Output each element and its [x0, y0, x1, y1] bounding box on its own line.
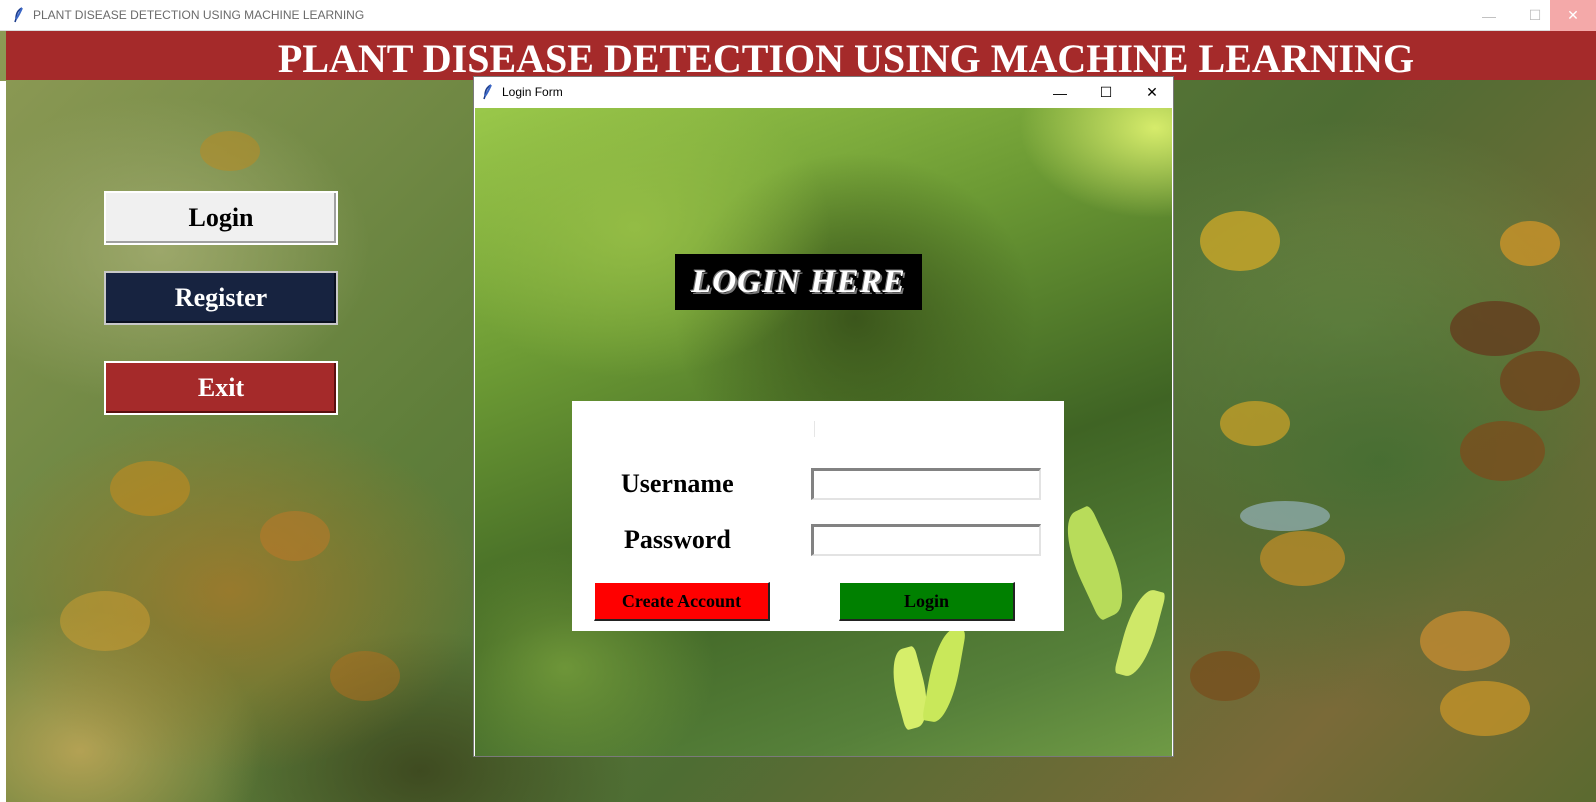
login-heading: LOGIN HERE: [675, 254, 922, 310]
username-label: Username: [621, 469, 734, 498]
header-banner: PLANT DISEASE DETECTION USING MACHINE LE…: [6, 31, 1596, 81]
login-submit-button[interactable]: Login: [839, 582, 1015, 621]
login-form-window: Login Form — ☐ ✕ LOGIN HERE Username Pas…: [473, 76, 1174, 757]
login-close-button[interactable]: ✕: [1129, 77, 1175, 108]
divider: [814, 421, 815, 437]
feather-icon: [14, 7, 24, 23]
password-label: Password: [624, 525, 731, 554]
login-window-title: Login Form: [502, 85, 563, 99]
banner-title: PLANT DISEASE DETECTION USING MACHINE LE…: [277, 36, 1415, 81]
minimize-button[interactable]: —: [1466, 0, 1512, 31]
register-menu-button[interactable]: Register: [104, 271, 338, 325]
left-edge-strip: [0, 81, 6, 802]
login-titlebar[interactable]: Login Form — ☐ ✕: [474, 77, 1173, 108]
username-input[interactable]: [811, 468, 1041, 500]
create-account-button[interactable]: Create Account: [594, 582, 770, 621]
feather-icon: [483, 84, 493, 100]
password-input[interactable]: [811, 524, 1041, 556]
main-titlebar[interactable]: PLANT DISEASE DETECTION USING MACHINE LE…: [0, 0, 1596, 31]
close-button[interactable]: ✕: [1550, 0, 1596, 31]
login-menu-button[interactable]: Login: [104, 191, 338, 245]
main-window: PLANT DISEASE DETECTION USING MACHINE LE…: [0, 0, 1596, 802]
login-maximize-button[interactable]: ☐: [1083, 77, 1129, 108]
login-form-panel: Username Password Create Account Login: [572, 401, 1064, 631]
login-heading-text: LOGIN HERE: [691, 263, 906, 300]
window-title: PLANT DISEASE DETECTION USING MACHINE LE…: [33, 8, 365, 22]
exit-menu-button[interactable]: Exit: [104, 361, 338, 415]
login-background-image: LOGIN HERE Username Password Create Acco…: [475, 108, 1172, 756]
login-minimize-button[interactable]: —: [1037, 77, 1083, 108]
